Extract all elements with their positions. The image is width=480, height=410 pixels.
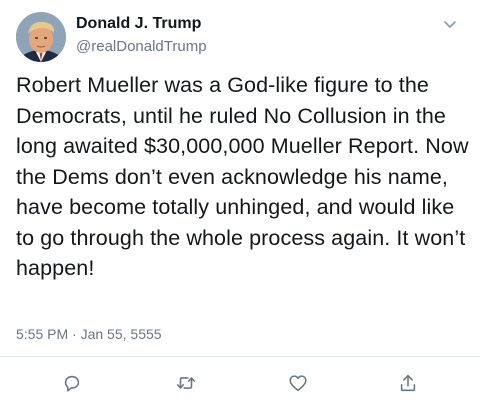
chevron-down-icon[interactable] bbox=[442, 16, 458, 32]
reply-button[interactable] bbox=[61, 372, 83, 394]
divider bbox=[0, 356, 480, 357]
avatar[interactable] bbox=[16, 12, 66, 62]
retweet-icon bbox=[176, 377, 196, 389]
tweet-text: Robert Mueller was a God-like figure to … bbox=[16, 73, 469, 280]
share-button[interactable] bbox=[397, 372, 419, 394]
tweet-time: 5:55 PM bbox=[16, 326, 69, 342]
user-handle[interactable]: @realDonaldTrump bbox=[76, 36, 207, 58]
profile-photo-icon bbox=[16, 12, 66, 62]
tweet-date: Jan 55, 5555 bbox=[80, 326, 162, 342]
like-button[interactable] bbox=[287, 372, 309, 394]
tweet-timestamp[interactable]: 5:55 PM · Jan 55, 5555 bbox=[16, 325, 162, 343]
timestamp-separator: · bbox=[72, 326, 77, 342]
share-icon bbox=[400, 374, 416, 392]
tweet-card: Donald J. Trump @realDonaldTrump Robert … bbox=[0, 0, 480, 410]
reply-icon bbox=[64, 375, 80, 392]
retweet-button[interactable] bbox=[175, 372, 197, 394]
heart-icon bbox=[289, 375, 307, 392]
display-name[interactable]: Donald J. Trump bbox=[76, 14, 207, 34]
tweet-header: Donald J. Trump @realDonaldTrump bbox=[76, 14, 207, 58]
